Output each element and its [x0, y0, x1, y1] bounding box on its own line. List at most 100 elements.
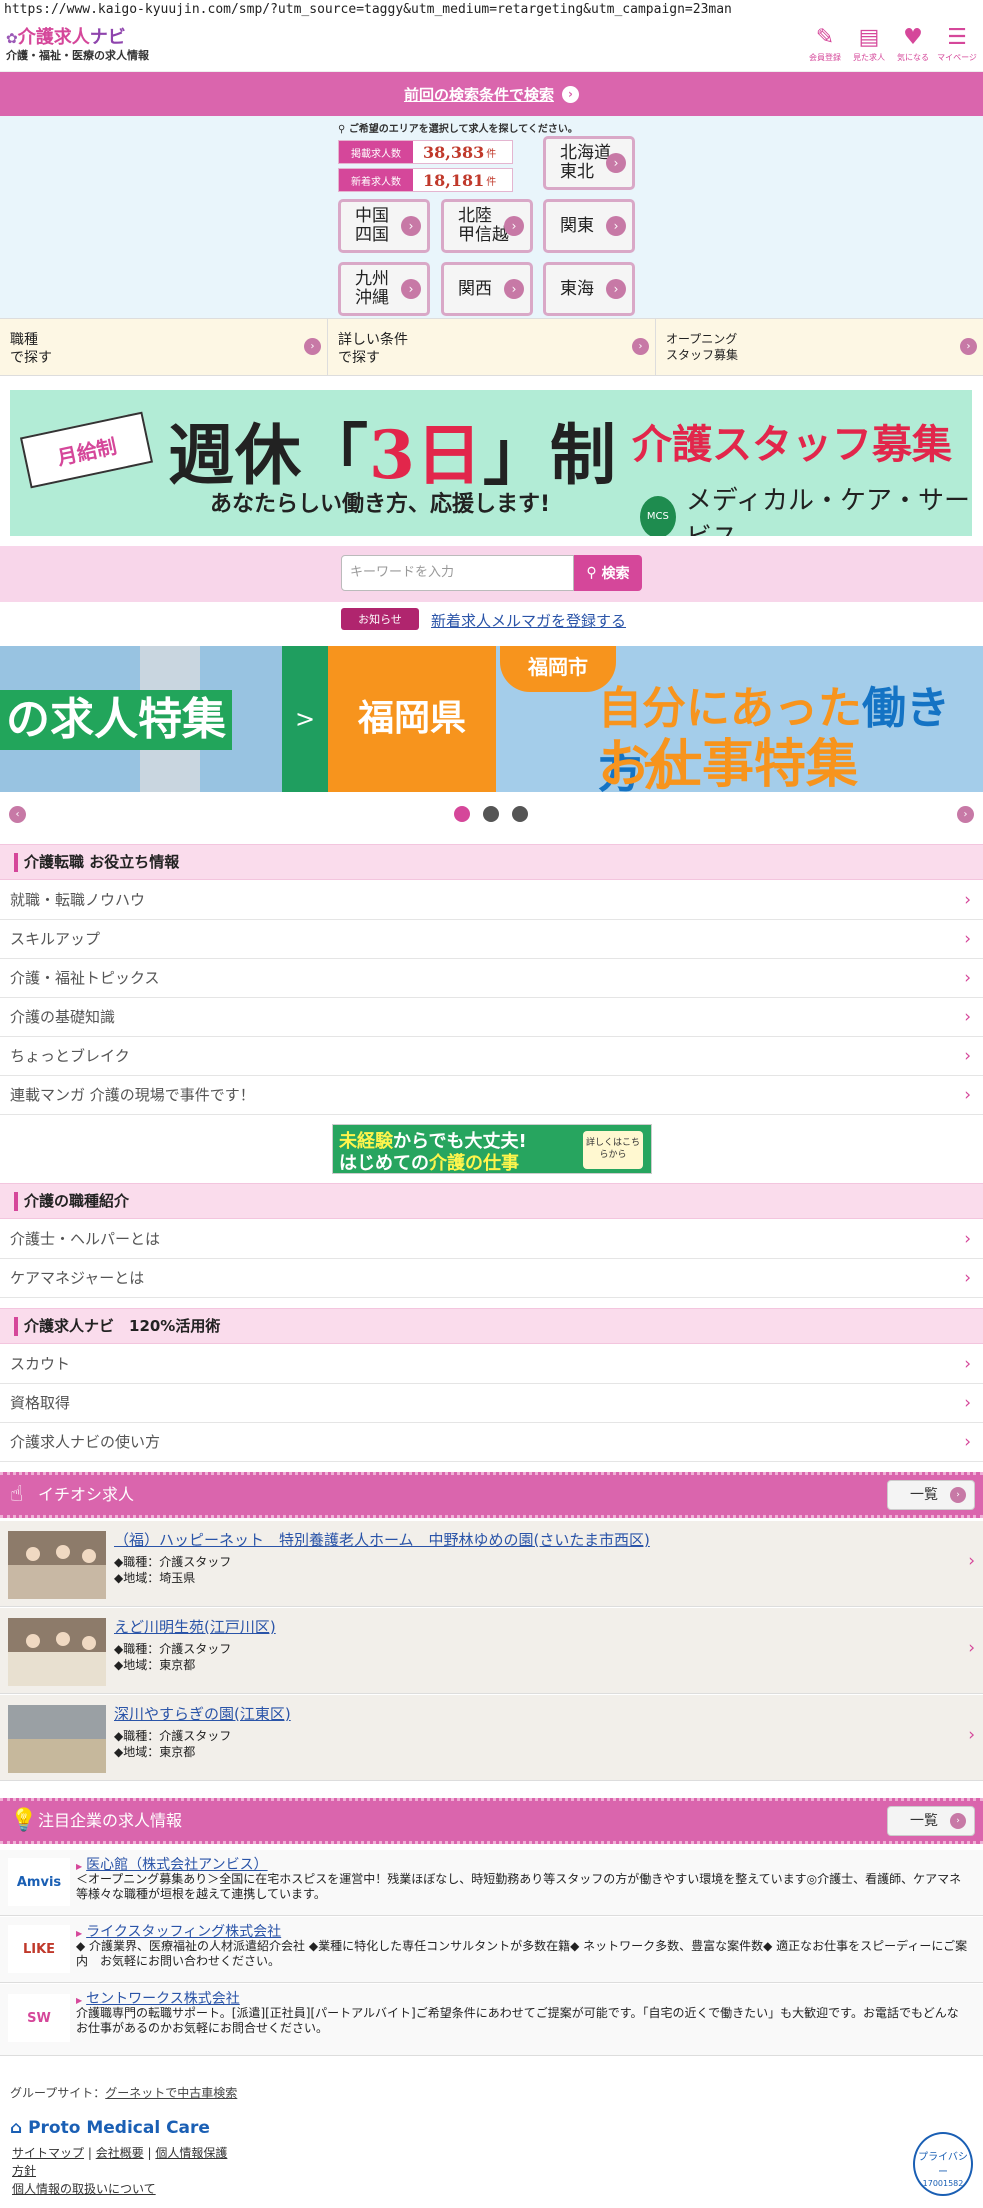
slider-prev-button[interactable]: ‹ — [9, 806, 26, 823]
viewed-jobs-button[interactable]: ▤ 見た求人 — [847, 24, 891, 63]
company-card[interactable]: LIKE ライクスタッフィング株式会社 ◆ 介護業界、医療福祉の人材派遣紹介会社… — [0, 1917, 983, 1983]
company-description: ＜オープニング募集あり＞全国に在宅ホスピスを運営中！残業ほぼなし、時短勤務あり等… — [76, 1872, 962, 1901]
prev-search-button[interactable]: 前回の検索条件で検索 › — [0, 72, 983, 116]
search-option-label: オープニング スタッフ募集 — [666, 332, 739, 362]
tips-item[interactable]: スキルアップ › — [0, 920, 983, 959]
footer-brand[interactable]: ⌂ Proto Medical Care — [10, 2118, 210, 2138]
search-option-label: 詳しい条件 で探す — [338, 332, 408, 366]
companies-header: 💡 注目企業の求人情報 一覧 › — [0, 1798, 983, 1844]
slider-dot-2[interactable] — [483, 806, 499, 822]
usage-item[interactable]: 介護求人ナビの使い方 › — [0, 1423, 983, 1462]
lightbulb-icon: 💡 — [10, 1808, 38, 1833]
featured-job-card[interactable]: えど川明生苑(江戸川区) ◆職種：介護スタッフ ◆地域：東京都 › — [0, 1608, 983, 1694]
region-label: 東海 — [560, 278, 594, 299]
featured-job-card[interactable]: （福）ハッピーネット 特別養護老人ホーム 中野林ゆめの園(さいたま市西区) ◆職… — [0, 1521, 983, 1607]
tips-item[interactable]: 連載マンガ 介護の現場で事件です！ › — [0, 1076, 983, 1115]
policy-link[interactable]: 方針 — [12, 2164, 36, 2178]
address-bar[interactable]: https://www.kaigo-kyuujin.com/smp/?utm_s… — [0, 0, 983, 22]
chevron-right-icon: › — [964, 890, 971, 910]
slider-next-button[interactable]: › — [957, 806, 974, 823]
job-area: ◆地域：東京都 — [114, 1745, 196, 1759]
job-title-link[interactable]: えど川明生苑(江戸川区) — [114, 1616, 276, 1637]
search-by-conditions[interactable]: 詳しい条件 で探す › — [328, 319, 656, 375]
company-link[interactable]: 会社概要 — [96, 2146, 144, 2160]
company-name-link[interactable]: 医心館（株式会社アンビス） — [76, 1854, 267, 1874]
company-card[interactable]: SW セントワークス株式会社 介護職専門の転職サポート。[派遣][正社員][パー… — [0, 1984, 983, 2056]
mypage-button[interactable]: ☰ マイページ — [935, 24, 979, 63]
search-opening-staff[interactable]: オープニング スタッフ募集 › — [656, 319, 983, 375]
region-chugoku-shikoku[interactable]: 中国 四国 › — [338, 199, 430, 253]
beginner-banner[interactable]: 未経験からでも大丈夫! はじめての介護の仕事 詳しくはこちらから — [332, 1124, 652, 1174]
personal-info-link[interactable]: 個人情報の取扱いについて — [12, 2182, 156, 2196]
slider-dot-1[interactable] — [454, 806, 470, 822]
site-tagline: 介護・福祉・医療の求人情報 — [6, 49, 149, 62]
keyword-search-label: 検索 — [601, 566, 630, 582]
tips-item-label: 就職・転職ノウハウ — [10, 891, 146, 909]
featured-jobs-header: ☝ イチオシ求人 一覧 › — [0, 1472, 983, 1518]
jobtype-item-label: ケアマネジャーとは — [10, 1269, 145, 1287]
job-type: ◆職種：介護スタッフ — [114, 1555, 232, 1569]
site-footer: グループサイト：グーネットで中古車検索 ⌂ Proto Medical Care… — [0, 2070, 983, 2208]
ad-banner[interactable]: 月給制 週休「3日」制 あなたらしい働き方、応援します! 介護スタッフ募集 MC… — [10, 390, 972, 536]
region-hokkaido-tohoku[interactable]: 北海道 東北 › — [543, 136, 635, 190]
privacy-mark[interactable]: プライバシー 17001582 — [913, 2132, 973, 2196]
banner-right-title: 介護スタッフ募集 — [632, 422, 952, 468]
tips-item[interactable]: 介護の基礎知識 › — [0, 998, 983, 1037]
site-header: ✿介護求人ナビ 介護・福祉・医療の求人情報 ✎ 会員登録 ▤ 見た求人 ♥ 気になる … — [0, 22, 983, 72]
slide-2[interactable]: 福岡県 — [328, 646, 496, 792]
region-kanto[interactable]: 関東 › — [543, 199, 635, 253]
company-name-link[interactable]: ライクスタッフィング株式会社 — [76, 1921, 281, 1941]
new-jobs-unit: 件 — [486, 176, 497, 188]
featured-job-card[interactable]: 深川やすらぎの園(江東区) ◆職種：介護スタッフ ◆地域：東京都 › — [0, 1695, 983, 1781]
register-label: 会員登録 — [809, 53, 841, 62]
banner-subline: あなたらしい働き方、応援します! — [210, 492, 551, 517]
hand-pointer-icon: ☝ — [10, 1482, 24, 1507]
register-button[interactable]: ✎ 会員登録 — [803, 24, 847, 63]
feature-slider[interactable]: の求人特集 > 福岡県 福岡市 自分にあった働き方か お仕事特集 — [0, 646, 983, 792]
region-label: 関東 — [560, 215, 594, 236]
tips-item[interactable]: 介護・福祉トピックス › — [0, 959, 983, 998]
slider-dot-3[interactable] — [512, 806, 528, 822]
region-label: 九州 沖縄 — [355, 269, 389, 308]
prev-search-label: 前回の検索条件で検索 — [403, 85, 554, 104]
chevron-right-icon: › — [968, 1638, 975, 1658]
region-hokuriku-koshinetsu[interactable]: 北陸 甲信越 › — [441, 199, 533, 253]
keyword-search-button[interactable]: ⚲ 検索 — [574, 555, 642, 591]
mcs-logo-icon: MCS — [640, 496, 676, 536]
slide-3[interactable]: 福岡市 自分にあった働き方か お仕事特集 — [496, 646, 983, 792]
featured-more-button[interactable]: 一覧 › — [887, 1480, 975, 1510]
newsletter-link[interactable]: 新着求人メルマガを登録する — [431, 610, 626, 631]
job-photo — [8, 1531, 106, 1599]
flower-icon: ✿ — [6, 31, 18, 47]
company-card[interactable]: Amvis 医心館（株式会社アンビス） ＜オープニング募集あり＞全国に在宅ホスピ… — [0, 1850, 983, 1916]
slide-1[interactable]: の求人特集 — [0, 646, 282, 792]
usage-item[interactable]: スカウト › — [0, 1345, 983, 1384]
job-title-link[interactable]: 深川やすらぎの園(江東区) — [114, 1703, 291, 1724]
notice-tag: お知らせ — [341, 608, 419, 630]
sitemap-link[interactable]: サイトマップ — [12, 2146, 84, 2160]
region-kansai[interactable]: 関西 › — [441, 262, 533, 316]
companies-more-button[interactable]: 一覧 › — [887, 1806, 975, 1836]
region-kyushu-okinawa[interactable]: 九州 沖縄 › — [338, 262, 430, 316]
region-tokai[interactable]: 東海 › — [543, 262, 635, 316]
jobtype-item[interactable]: ケアマネジャーとは › — [0, 1259, 983, 1298]
company-name-link[interactable]: セントワークス株式会社 — [76, 1988, 240, 2008]
job-area: ◆地域：東京都 — [114, 1658, 196, 1672]
company-description: ◆ 介護業界、医療福祉の人材派遣紹介会社 ◆業種に特化した専任コンサルタントが多… — [76, 1939, 968, 1968]
tips-item[interactable]: ちょっとブレイク › — [0, 1037, 983, 1076]
site-logo[interactable]: ✿介護求人ナビ 介護・福祉・医療の求人情報 — [6, 28, 149, 63]
job-title-link[interactable]: （福）ハッピーネット 特別養護老人ホーム 中野林ゆめの園(さいたま市西区) — [114, 1529, 650, 1550]
chevron-right-icon: › — [504, 216, 524, 236]
search-by-jobtype[interactable]: 職種 で探す › — [0, 319, 328, 375]
slide-3-line2: お仕事特集 — [598, 735, 859, 792]
usage-item[interactable]: 資格取得 › — [0, 1384, 983, 1423]
privacy-link[interactable]: 個人情報保護 — [155, 2146, 227, 2160]
tips-item[interactable]: 就職・転職ノウハウ › — [0, 881, 983, 920]
group-site-link[interactable]: グーネットで中古車検索 — [105, 2086, 237, 2100]
chevron-right-icon: › — [504, 279, 524, 299]
favorites-button[interactable]: ♥ 気になる — [891, 24, 935, 63]
chevron-right-icon: › — [964, 1393, 971, 1413]
keyword-input[interactable]: キーワードを入力 — [341, 555, 574, 591]
jobtype-item[interactable]: 介護士・ヘルパーとは › — [0, 1220, 983, 1259]
job-type: ◆職種：介護スタッフ — [114, 1642, 232, 1656]
